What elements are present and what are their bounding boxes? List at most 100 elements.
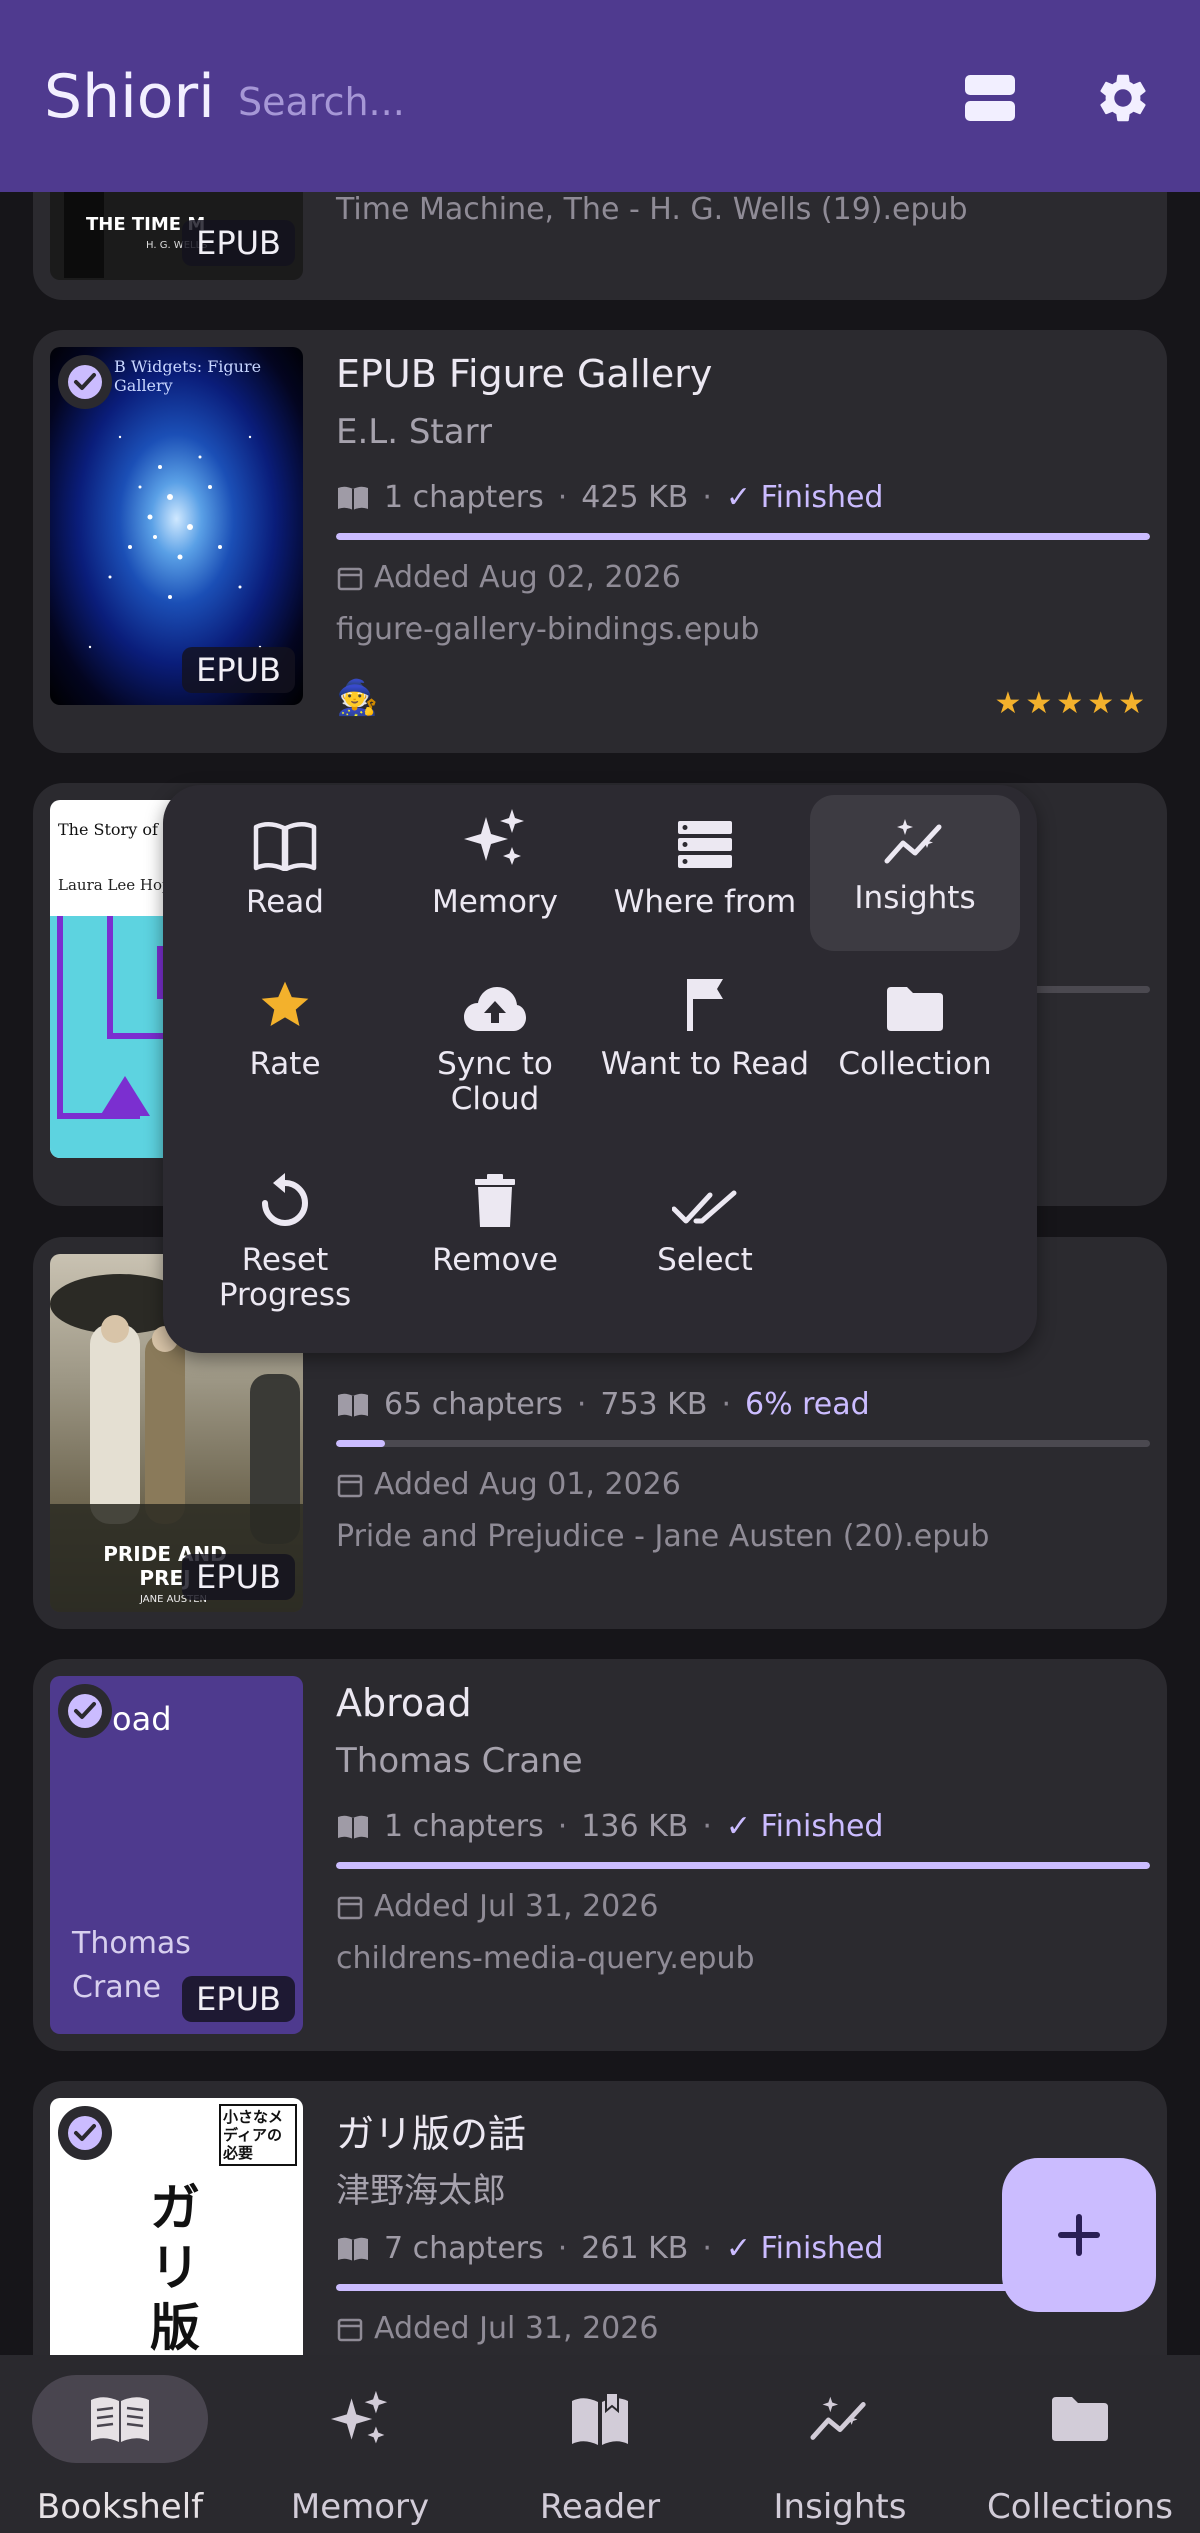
book-open-icon bbox=[253, 822, 317, 871]
calendar-icon bbox=[337, 567, 363, 590]
book-title: EPUB Figure Gallery bbox=[336, 352, 713, 396]
book-author: 津野海太郎 bbox=[336, 2171, 506, 2211]
book-title: ガリ版の話 bbox=[336, 2112, 527, 2156]
trash-icon bbox=[475, 1174, 515, 1227]
nav-reader[interactable]: Reader bbox=[480, 2355, 720, 2533]
date-added: Added Jul 31, 2026 bbox=[336, 1889, 658, 1924]
format-badge: EPUB bbox=[182, 220, 295, 266]
plus-icon bbox=[1058, 2214, 1100, 2256]
menu-reset-progress[interactable]: Reset Progress bbox=[180, 1157, 390, 1317]
file-size: 261 KB bbox=[581, 2231, 689, 2266]
nav-memory[interactable]: Memory bbox=[240, 2355, 480, 2533]
cover-author: Thomas Crane bbox=[72, 1926, 191, 2005]
chapters-icon bbox=[338, 1393, 368, 1417]
file-size: 425 KB bbox=[581, 480, 689, 515]
menu-insights[interactable]: Insights bbox=[810, 795, 1020, 951]
cover-title: oad bbox=[112, 1700, 172, 1738]
folder-icon bbox=[887, 987, 943, 1031]
wizard-badge-icon: 🧙 bbox=[336, 678, 379, 718]
book-filename: Pride and Prejudice - Jane Austen (20).e… bbox=[336, 1519, 990, 1554]
star-rating[interactable]: ★★★★★ bbox=[995, 686, 1149, 721]
book-card[interactable]: oad Thomas Crane EPUB Abroad Thomas Cran… bbox=[33, 1659, 1167, 2051]
app-title: Shiori bbox=[44, 62, 215, 132]
chapter-count: 1 chapters bbox=[384, 1809, 544, 1844]
book-author: E.L. Starr bbox=[336, 412, 492, 452]
calendar-icon bbox=[337, 1474, 363, 1497]
star-icon bbox=[261, 981, 309, 1026]
view-toggle-button[interactable] bbox=[950, 58, 1030, 138]
book-author: Thomas Crane bbox=[336, 1741, 583, 1781]
menu-collection[interactable]: Collection bbox=[810, 961, 1020, 1121]
menu-read[interactable]: Read bbox=[180, 799, 390, 949]
selected-check-icon[interactable] bbox=[58, 1684, 112, 1738]
insights-icon bbox=[810, 2396, 866, 2440]
book-title: Abroad bbox=[336, 1681, 472, 1725]
nav-insights[interactable]: Insights bbox=[720, 2355, 960, 2533]
top-app-bar: Shiori bbox=[0, 0, 1200, 192]
selected-check-icon[interactable] bbox=[58, 355, 112, 409]
book-cover: oad Thomas Crane EPUB bbox=[50, 1676, 303, 2034]
sparkles-icon bbox=[464, 809, 524, 865]
book-meta: 1 chapters · 425 KB · ✓ Finished bbox=[336, 480, 883, 515]
book-filename: figure-gallery-bindings.epub bbox=[336, 612, 760, 647]
calendar-icon bbox=[337, 2318, 363, 2341]
menu-select[interactable]: Select bbox=[600, 1157, 810, 1317]
selected-check-icon[interactable] bbox=[58, 2106, 112, 2160]
book-actions-popup: Read Memory Where from Insights Rate Syn… bbox=[163, 785, 1037, 1353]
format-badge: EPUB bbox=[182, 1554, 295, 1600]
file-size: 753 KB bbox=[600, 1387, 708, 1422]
menu-where-from[interactable]: Where from bbox=[600, 799, 810, 949]
format-badge: EPUB bbox=[182, 1976, 295, 2022]
read-status: 6% read bbox=[744, 1387, 870, 1422]
read-status: ✓ Finished bbox=[725, 480, 884, 515]
insights-icon bbox=[884, 819, 942, 864]
menu-remove[interactable]: Remove bbox=[390, 1157, 600, 1317]
book-meta: 1 chapters · 136 KB · ✓ Finished bbox=[336, 1809, 883, 1844]
reset-icon bbox=[262, 1173, 308, 1226]
date-added: Added Aug 02, 2026 bbox=[336, 560, 681, 595]
sparkles-icon bbox=[330, 2390, 388, 2444]
date-added: Added Jul 31, 2026 bbox=[336, 2311, 658, 2346]
chapter-count: 65 chapters bbox=[384, 1387, 563, 1422]
menu-memory[interactable]: Memory bbox=[390, 799, 600, 949]
read-status: ✓ Finished bbox=[725, 2231, 884, 2266]
chapter-count: 7 chapters bbox=[384, 2231, 544, 2266]
chapters-icon bbox=[338, 486, 368, 510]
file-size: 136 KB bbox=[581, 1809, 689, 1844]
settings-button[interactable] bbox=[1083, 58, 1163, 138]
cover-title: ガリ版の話 bbox=[150, 2179, 200, 2355]
book-meta: 7 chapters · 261 KB · ✓ Finished bbox=[336, 2231, 883, 2266]
flag-icon bbox=[687, 979, 723, 1031]
gear-icon bbox=[1100, 74, 1146, 122]
search-input[interactable] bbox=[238, 74, 838, 130]
cover-title: B Widgets: Figure Gallery bbox=[114, 357, 262, 395]
nav-collections[interactable]: Collections bbox=[960, 2355, 1200, 2533]
menu-sync-to-cloud[interactable]: Sync to Cloud bbox=[390, 961, 600, 1121]
reading-progress-bar bbox=[336, 533, 1150, 540]
reading-progress-bar bbox=[336, 1440, 1150, 1447]
server-icon bbox=[678, 821, 732, 868]
date-added: Added Aug 01, 2026 bbox=[336, 1467, 681, 1502]
read-status: ✓ Finished bbox=[725, 1809, 884, 1844]
book-cover: 小さなメディアの必要 ガリ版の話 bbox=[50, 2098, 303, 2355]
book-filename: childrens-media-query.epub bbox=[336, 1941, 755, 1976]
nav-bookshelf[interactable]: Bookshelf bbox=[0, 2355, 240, 2533]
calendar-icon bbox=[337, 1896, 363, 1919]
format-badge: EPUB bbox=[182, 647, 295, 693]
menu-rate[interactable]: Rate bbox=[180, 961, 390, 1121]
chapter-count: 1 chapters bbox=[384, 480, 544, 515]
book-cover: B Widgets: Figure Gallery EPUB bbox=[50, 347, 303, 705]
bottom-navigation: Bookshelf Memory Reader Insights Collect… bbox=[0, 2355, 1200, 2533]
chapters-icon bbox=[338, 2237, 368, 2261]
reading-progress-bar bbox=[336, 1862, 1150, 1869]
book-open-icon bbox=[91, 2397, 149, 2442]
book-reader-icon bbox=[572, 2392, 628, 2445]
cloud-upload-icon bbox=[464, 987, 526, 1031]
book-card[interactable]: 小さなメディアの必要 ガリ版の話 ガリ版の話 津野海太郎 7 chapters … bbox=[33, 2081, 1167, 2355]
double-check-icon bbox=[672, 1190, 737, 1224]
menu-want-to-read[interactable]: Want to Read bbox=[600, 961, 810, 1121]
cover-corner-text: 小さなメディアの必要 bbox=[219, 2104, 297, 2166]
book-card[interactable]: B Widgets: Figure Gallery EPUB EPUB Figu… bbox=[33, 330, 1167, 753]
add-book-fab[interactable] bbox=[1002, 2158, 1156, 2312]
view-toggle-icon bbox=[965, 75, 1015, 121]
